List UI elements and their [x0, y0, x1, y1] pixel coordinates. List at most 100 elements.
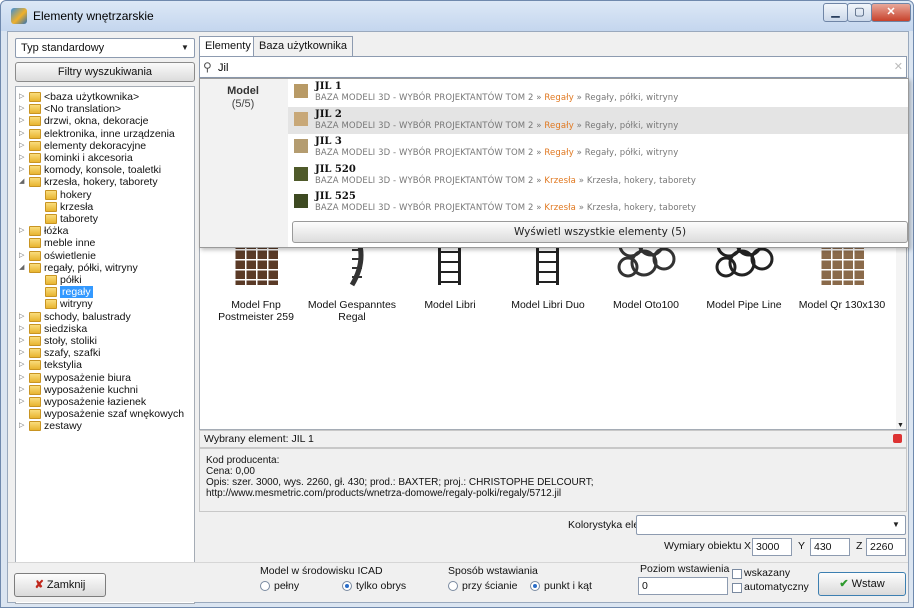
suggestion-path: BAZA MODELI 3D - WYBÓR PROJEKTANTÓW TOM … — [315, 148, 678, 158]
folder-icon — [29, 360, 41, 371]
suggestion-item[interactable]: JIL 520 BAZA MODELI 3D - WYBÓR PROJEKTANT… — [288, 162, 908, 189]
tree-node[interactable]: ▷ stoły, stoliki — [19, 335, 97, 347]
folder-icon — [29, 165, 41, 176]
tree-node[interactable]: ▷ wyposażenie łazienek — [19, 396, 146, 408]
tab-elementy[interactable]: Elementy — [199, 36, 257, 57]
tree-node[interactable]: ▷ komody, konsole, toaletki — [19, 164, 161, 176]
bottom-bar: ✘ Zamknij Model w środowisku ICAD pełny … — [8, 562, 908, 602]
suggestion-name: JIL 1 — [315, 81, 342, 92]
tree-node[interactable]: ▷ drzwi, okna, dekoracje — [19, 115, 148, 127]
tree-node[interactable]: taborety — [35, 213, 98, 225]
folder-icon — [29, 311, 41, 322]
tree-node[interactable]: regały — [35, 286, 93, 299]
expander-icon[interactable]: ▷ — [19, 103, 27, 115]
tree-node[interactable]: ▷ siedziska — [19, 323, 87, 335]
tree-node[interactable]: krzesła — [35, 201, 93, 213]
tree-node[interactable]: ▷ zestawy — [19, 420, 82, 432]
suggestion-item[interactable]: JIL 525 BAZA MODELI 3D - WYBÓR PROJEKTANT… — [288, 189, 908, 216]
expander-icon[interactable]: ▷ — [19, 396, 27, 408]
expander-icon[interactable]: ▷ — [19, 140, 27, 152]
tree-node[interactable]: ▷ schody, balustrady — [19, 311, 131, 323]
expander-icon[interactable]: ▷ — [19, 164, 27, 176]
tree-node[interactable]: witryny — [35, 298, 93, 310]
pin-icon[interactable] — [893, 434, 902, 443]
expander-icon[interactable]: ▷ — [19, 311, 27, 323]
tree-node[interactable]: ▷ wyposażenie kuchni — [19, 384, 138, 396]
wymiary-label: Wymiary obiektu — [664, 540, 742, 552]
tree-node-label: hokery — [60, 188, 92, 201]
insert-button-label: Wstaw — [851, 578, 885, 590]
close-window-button[interactable]: ✕ — [871, 3, 911, 22]
maximize-button[interactable]: ▢ — [847, 3, 872, 22]
suggestion-item[interactable]: JIL 2 BAZA MODELI 3D - WYBÓR PROJEKTANTÓW… — [288, 106, 908, 134]
expander-icon[interactable]: ◢ — [19, 176, 27, 188]
expander-icon[interactable]: ▷ — [19, 225, 27, 237]
suggestion-path: BAZA MODELI 3D - WYBÓR PROJEKTANTÓW TOM … — [315, 176, 696, 186]
clear-icon[interactable]: ✕ — [894, 60, 903, 73]
suggestion-group-title: Model — [227, 85, 259, 97]
expander-icon[interactable]: ▷ — [19, 347, 27, 359]
tree-node[interactable]: meble inne — [19, 237, 95, 249]
type-select[interactable]: Typ standardowy ▼ — [15, 38, 195, 58]
expander-icon[interactable]: ▷ — [19, 115, 27, 127]
tree-node[interactable]: ▷ elementy dekoracyjne — [19, 140, 146, 152]
tree-node[interactable]: półki — [35, 274, 82, 286]
expander-icon[interactable]: ▷ — [19, 128, 27, 140]
tree-node-label: elektronika, inne urządzenia — [44, 127, 175, 140]
chevron-down-icon: ▼ — [181, 43, 189, 52]
expander-icon[interactable]: ▷ — [19, 359, 27, 371]
insert-button[interactable]: ✔ Wstaw — [818, 572, 906, 596]
search-input[interactable] — [218, 60, 878, 76]
expander-icon[interactable]: ▷ — [19, 250, 27, 262]
expander-icon[interactable]: ▷ — [19, 152, 27, 164]
category-tree[interactable]: ▷ <baza użytkownika> ▷ <No translation> ▷ drz… — [15, 86, 195, 604]
suggestion-path-suffix: » Krzesła, hokery, taborety — [575, 203, 696, 213]
dim-x-field[interactable]: 3000 — [752, 538, 792, 556]
filter-button[interactable]: Filtry wyszukiwania — [15, 62, 195, 82]
tree-node[interactable]: ▷ oświetlenie — [19, 250, 96, 262]
checkbox-wskazany[interactable] — [732, 569, 742, 579]
dim-z-field[interactable]: 2260 — [866, 538, 906, 556]
poziom-field[interactable]: 0 — [638, 577, 728, 595]
tree-node[interactable]: wyposażenie szaf wnękowych — [19, 408, 184, 420]
tree-node[interactable]: ▷ łóżka — [19, 225, 69, 237]
tree-node[interactable]: ▷ tekstylia — [19, 359, 82, 371]
expander-icon[interactable]: ▷ — [19, 420, 27, 432]
tree-node[interactable]: ▷ wyposażenie biura — [19, 372, 131, 384]
tree-node[interactable]: ▷ <baza użytkownika> — [19, 91, 139, 103]
folder-icon — [29, 92, 41, 102]
tree-node-label: stoły, stoliki — [44, 335, 97, 347]
expander-icon[interactable]: ▷ — [19, 91, 27, 103]
close-button[interactable]: ✘ Zamknij — [14, 573, 106, 597]
tree-node[interactable]: ▷ <No translation> — [19, 103, 121, 115]
suggestion-item[interactable]: JIL 1 BAZA MODELI 3D - WYBÓR PROJEKTANTÓW… — [288, 79, 908, 106]
radio-przy-scianie[interactable] — [448, 581, 458, 591]
expander-icon[interactable]: ▷ — [19, 323, 27, 335]
tree-node[interactable]: ▷ szafy, szafki — [19, 347, 100, 359]
minimize-button[interactable]: ▁ — [823, 3, 848, 22]
radio-pelny[interactable] — [260, 581, 270, 591]
radio-przy-scianie-label: przy ścianie — [462, 580, 518, 592]
dim-y-field[interactable]: 430 — [810, 538, 850, 556]
expander-icon[interactable]: ▷ — [19, 335, 27, 347]
radio-punkt-i-kat[interactable] — [530, 581, 540, 591]
show-all-button[interactable]: Wyświetl wszystkie elementy (5) — [292, 221, 908, 243]
expander-icon[interactable]: ◢ — [19, 262, 27, 274]
tree-node[interactable]: ◢ krzesła, hokery, taborety — [19, 176, 158, 188]
expander-icon[interactable]: ▷ — [19, 384, 27, 396]
scroll-down-icon[interactable]: ▼ — [897, 422, 904, 429]
tab-baza-uzytkownika[interactable]: Baza użytkownika — [253, 36, 354, 56]
z-label: Z — [856, 540, 863, 552]
tree-node[interactable]: hokery — [35, 189, 92, 201]
suggestion-item[interactable]: JIL 3 BAZA MODELI 3D - WYBÓR PROJEKTANTÓW… — [288, 134, 908, 161]
radio-tylko-obrys[interactable] — [342, 581, 352, 591]
icad-label: Model w środowisku ICAD — [260, 565, 383, 577]
type-select-value: Typ standardowy — [21, 42, 105, 54]
tree-node[interactable]: ▷ elektronika, inne urządzenia — [19, 128, 175, 140]
expander-icon[interactable]: ▷ — [19, 372, 27, 384]
tree-node[interactable]: ▷ kominki i akcesoria — [19, 152, 133, 164]
folder-icon — [29, 250, 41, 261]
checkbox-automatyczny[interactable] — [732, 583, 742, 593]
kolorystyka-select[interactable]: ▼ — [636, 515, 906, 535]
tree-node[interactable]: ◢ regały, półki, witryny — [19, 262, 138, 274]
